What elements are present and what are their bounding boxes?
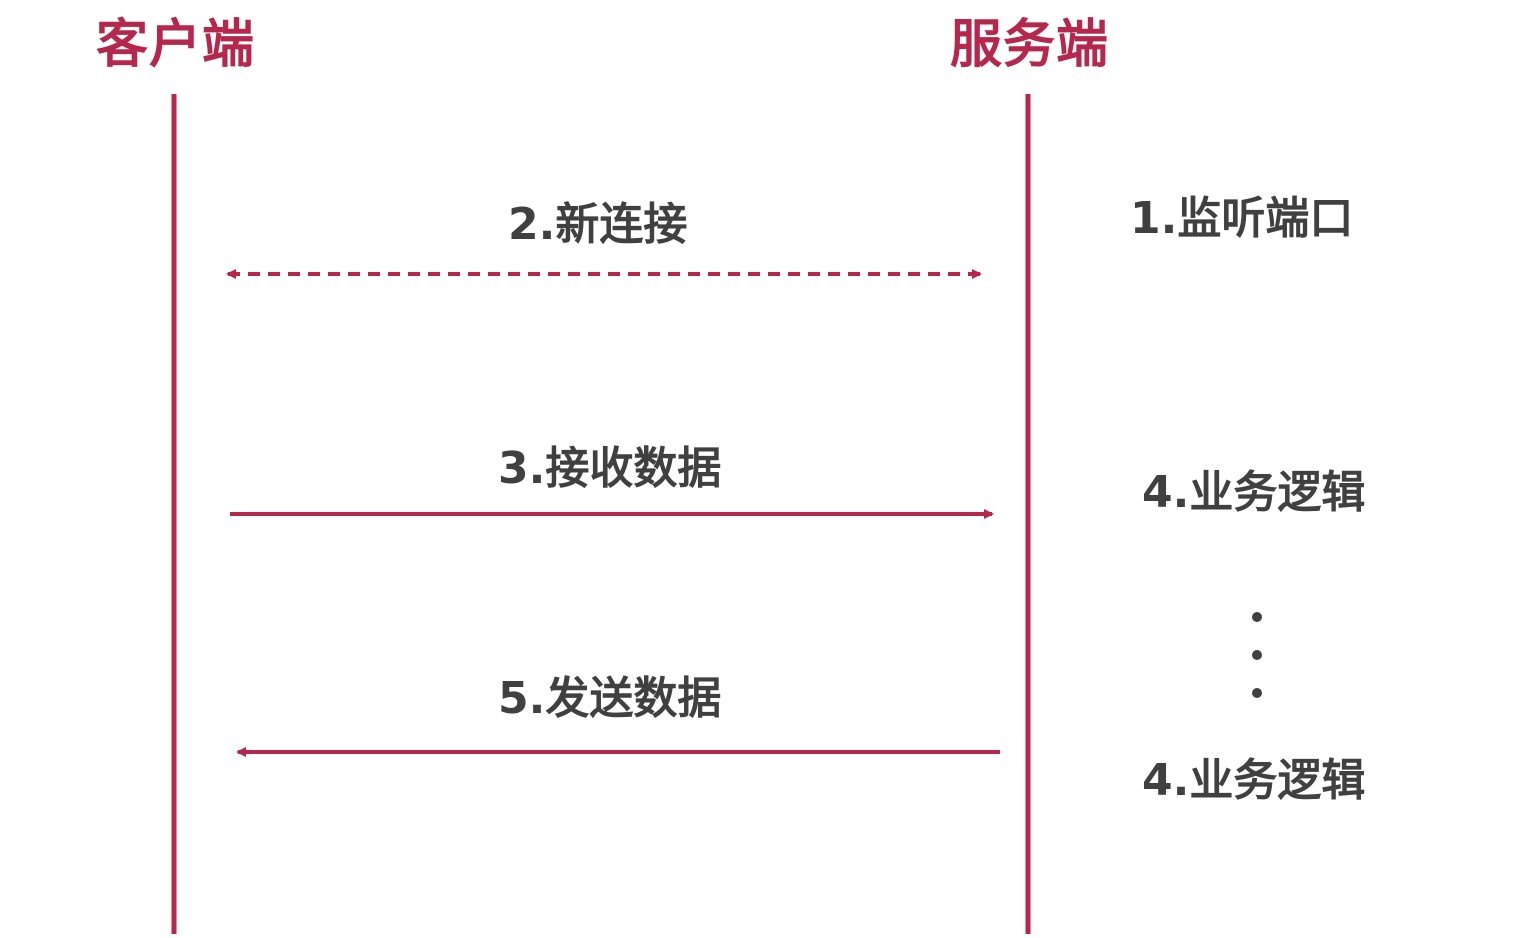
business-logic-label-1: 4.业务逻辑 [1142,467,1366,518]
sequence-diagram: 客户端 服务端 2.新连接 3.接收数据 5.发送数据 1.监听端口 4.业务逻… [0,0,1522,938]
listen-port-label: 1.监听端口 [1130,193,1354,244]
business-logic-label-2: 4.业务逻辑 [1142,755,1366,806]
connect-label: 2.新连接 [508,199,688,250]
receive-label: 3.接收数据 [498,443,722,494]
ellipsis-dot [1252,650,1262,660]
ellipsis-dots [1252,612,1272,726]
send-label: 5.发送数据 [498,673,722,724]
ellipsis-dot [1252,688,1262,698]
ellipsis-dot [1252,612,1262,622]
